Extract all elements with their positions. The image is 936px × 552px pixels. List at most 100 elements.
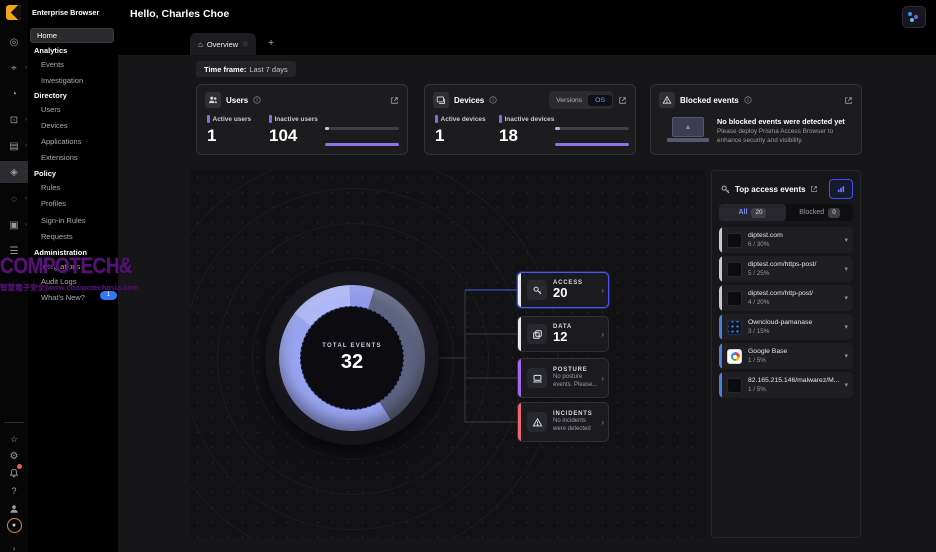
brand-logo[interactable] [6,5,21,20]
open-external-icon[interactable] [390,96,399,105]
toggle-os[interactable]: OS [588,95,612,106]
open-external-icon[interactable] [844,96,853,105]
blocked-events-icon [659,92,675,108]
access-event-row[interactable]: diptest.com/http-post/ 4 / 20% ▾ [719,285,853,311]
tab-blocked[interactable]: Blocked 0 [786,204,853,221]
browser-module-icon[interactable]: ◈› [0,161,28,183]
blocked-card-title: Blocked events [680,96,739,105]
icon-rail: ◎ ⌖› ◔ ⊡› ▤› ◈› ◌› ▣› ☰ ☆ ⚙ ? ● › [0,0,29,552]
posture-accent [518,359,521,397]
active-devices-stat: Active devices 1 [435,115,486,146]
chart-view-button[interactable] [829,179,853,199]
row-accent [719,314,722,340]
inventory-icon[interactable]: ▤› [0,135,28,157]
chevron-right-icon[interactable]: › [601,374,604,383]
tab-all[interactable]: All 20 [719,204,786,221]
users-card-title: Users [226,96,248,105]
sidebar-item-audit-logs[interactable]: Audit Logs [41,277,76,286]
active-users-stat: Active users 1 [207,115,251,146]
section-administration: Administration [34,248,87,257]
open-external-icon[interactable] [810,185,818,193]
site-favicon [727,262,742,277]
open-external-icon[interactable] [618,96,627,105]
sidebar-item-users[interactable]: Users [41,105,61,114]
chevron-down-icon[interactable]: ▾ [844,294,848,302]
info-icon[interactable] [253,96,261,104]
access-value: 20 [553,286,599,301]
info-icon[interactable] [489,96,497,104]
section-analytics: Analytics [34,46,67,55]
chevron-right-icon[interactable]: › [601,286,604,295]
sidebar-item-extensions[interactable]: Extensions [41,153,78,162]
app-switcher-dot [910,18,914,22]
info-icon[interactable] [744,96,752,104]
timeframe-pill[interactable]: Time frame: Last 7 days [196,61,296,77]
collapse-sidebar-icon[interactable]: › [0,537,28,552]
dashboard-icon[interactable]: ◎ [0,31,28,53]
tab-overview[interactable]: ⌂ Overview ☆ [190,33,256,55]
events-chart-panel: TOTAL EVENTS 32 ACCESS 20 › [190,170,706,538]
incidents-warning-icon [527,412,547,432]
home-icon: ⌂ [198,40,203,49]
data-card[interactable]: DATA 12 › [517,316,609,352]
google-favicon [727,349,742,364]
row-name: 82.165.215.146/malwarez/M... [748,377,839,384]
row-name: diptest.com/https-post/ [748,261,839,268]
sidebar-item-integrations[interactable]: Integrations [41,262,80,271]
new-tab-button[interactable]: + [264,37,278,51]
sidebar-item-events[interactable]: Events [41,60,64,69]
chevron-down-icon[interactable]: ▾ [844,265,848,273]
inactive-users-bar [325,143,399,146]
stat-tick [207,115,210,123]
site-favicon [727,291,742,306]
users-bars [325,127,399,159]
sidebar-item-rules[interactable]: Rules [41,183,60,192]
active-users-bar [325,127,399,130]
brand-name: Enterprise Browser [32,8,120,17]
chevron-down-icon[interactable]: ▾ [844,352,848,360]
row-accent [719,256,722,282]
app-switcher-button[interactable] [902,6,926,28]
reports-icon[interactable]: ▣› [0,214,28,236]
data-value: 12 [553,330,599,345]
stat-tick [499,115,502,123]
access-accent [518,273,521,307]
active-session-icon[interactable]: ● [0,514,28,536]
list-icon[interactable]: ☰ [0,240,28,262]
insights-icon[interactable]: ◔ [0,83,28,105]
posture-card[interactable]: POSTURE No postureevents. Please... › [517,358,609,398]
access-event-row[interactable]: diptest.com 6 / 30% ▾ [719,227,853,253]
sidebar-item-devices[interactable]: Devices [41,121,68,130]
workspace-icon[interactable]: ⊡› [0,109,28,131]
row-stat: 1 / 5% [748,357,839,364]
incidents-card[interactable]: INCIDENTS No incidentswere detected › [517,402,609,442]
site-favicon [727,233,742,248]
chevron-down-icon[interactable]: ▾ [844,323,848,331]
toggle-versions[interactable]: Versions [550,97,588,104]
access-event-row[interactable]: diptest.com/https-post/ 5 / 25% ▾ [719,256,853,282]
chevron-right-icon[interactable]: › [601,418,604,427]
access-event-row[interactable]: Owncloud-pamanase 3 / 15% ▾ [719,314,853,340]
blocked-events-card: Blocked events ▲ No blocked events were … [650,84,862,155]
chevron-down-icon[interactable]: ▾ [844,381,848,389]
access-event-row[interactable]: 82.165.215.146/malwarez/M... 1 / 5% ▾ [719,372,853,398]
access-card[interactable]: ACCESS 20 › [517,272,609,308]
sidebar-item-sign-in-rules[interactable]: Sign-in Rules [41,216,86,225]
sidebar-item-whats-new[interactable]: What's New? [41,293,85,302]
users-icon [205,92,221,108]
app-switcher-dot [908,12,912,16]
sidebar-item-investigation[interactable]: Investigation [41,76,83,85]
sidebar-item-requests[interactable]: Requests [41,232,73,241]
activity-icon[interactable]: ⌖› [0,57,28,79]
devices-card-title: Devices [454,96,484,105]
chevron-right-icon[interactable]: › [601,330,604,339]
pin-star-icon[interactable]: ☆ [242,40,248,48]
access-event-row[interactable]: Google Base 1 / 5% ▾ [719,343,853,369]
sidebar-item-home[interactable]: Home [30,28,114,43]
sidebar-item-profiles[interactable]: Profiles [41,199,66,208]
automation-icon[interactable]: ◌› [0,188,28,210]
data-accent [518,317,521,351]
chevron-down-icon[interactable]: ▾ [844,236,848,244]
sidebar-item-applications[interactable]: Applications [41,137,81,146]
top-access-tabs: All 20 Blocked 0 [719,204,853,221]
